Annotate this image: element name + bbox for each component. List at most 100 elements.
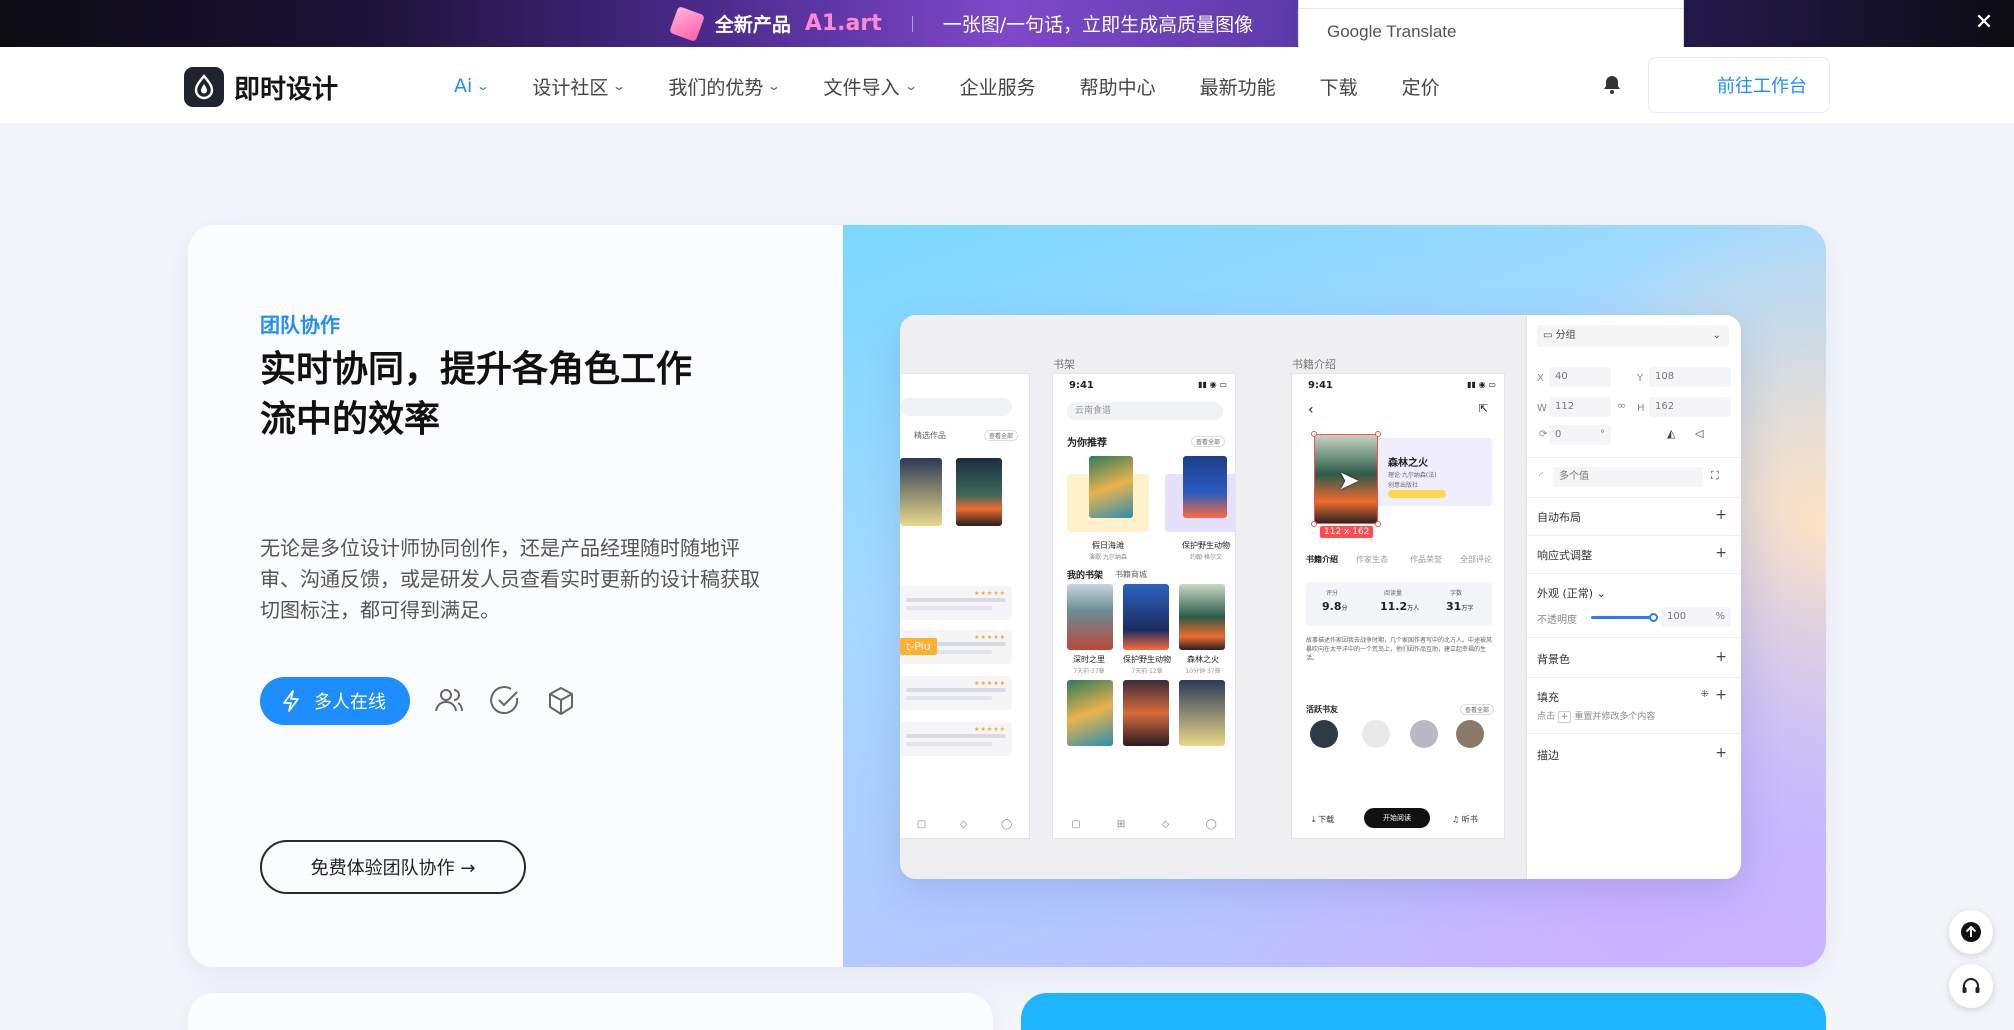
google-translate-label: Google Translate bbox=[1327, 22, 1457, 41]
home-icon: ▢ bbox=[1071, 818, 1081, 830]
book-cover bbox=[1123, 680, 1169, 746]
frame-label-bookshelf: 书架 bbox=[1053, 358, 1075, 371]
book-cover bbox=[1183, 456, 1227, 518]
close-icon[interactable]: ✕ bbox=[1972, 12, 1996, 36]
tab-author: 作家生态 bbox=[1356, 555, 1388, 564]
avatar bbox=[1410, 720, 1438, 748]
frame-label-book-intro: 书籍介绍 bbox=[1292, 358, 1336, 371]
view-all-tag: 查看全部 bbox=[984, 430, 1019, 441]
check-circle-icon[interactable] bbox=[488, 684, 522, 718]
nav-item-community[interactable]: 设计社区 ⌄ bbox=[532, 73, 627, 100]
book-title: 保护野生动物 bbox=[1182, 541, 1230, 550]
resize-handle bbox=[1375, 431, 1381, 437]
users-icon[interactable] bbox=[432, 684, 466, 718]
start-reading-button: 开始阅读 bbox=[1364, 808, 1430, 828]
feature-text-panel: 团队协作 实时协同，提升各角色工作流中的效率 无论是多位设计师协同创作，还是产品… bbox=[188, 225, 843, 967]
nav-item-enterprise[interactable]: 企业服务 bbox=[960, 73, 1036, 100]
flip-vertical-icon: ◁ bbox=[1695, 427, 1704, 440]
editor-canvas: 书架 书籍介绍 精选作品 查看全部 ★★★★★ ★★★★★ ★★★★★ ★★★★… bbox=[900, 315, 1526, 879]
free-trial-team-button[interactable]: 免费体验团队协作 → bbox=[260, 840, 526, 894]
status-icons: ▮▮ ◉ ▭ bbox=[1467, 380, 1496, 389]
nav-item-help[interactable]: 帮助中心 bbox=[1080, 73, 1156, 100]
stat-label: 阅读量 bbox=[1384, 590, 1403, 597]
stat-value: 31万字 bbox=[1446, 600, 1474, 613]
bell-icon[interactable] bbox=[1600, 73, 1624, 97]
nav-item-new-features[interactable]: 最新功能 bbox=[1200, 73, 1276, 100]
feature-description: 无论是多位设计师协同创作，还是产品经理随时随地评审、沟通反馈，或是研发人员查看实… bbox=[260, 536, 760, 622]
nav-item-advantages[interactable]: 我们的优势 ⌄ bbox=[668, 73, 782, 100]
popup-divider bbox=[1299, 8, 1683, 9]
tag-badge bbox=[1388, 490, 1446, 498]
book-title: 森林之火 bbox=[1388, 458, 1428, 469]
phone-frame-left: 精选作品 查看全部 ★★★★★ ★★★★★ ★★★★★ ★★★★★ t-Piu … bbox=[900, 373, 1030, 839]
nav-item-download[interactable]: 下载 bbox=[1320, 73, 1358, 100]
book-cover bbox=[1123, 584, 1169, 650]
nav-item-label: 帮助中心 bbox=[1079, 76, 1156, 99]
next-feature-card-blue bbox=[1021, 993, 1826, 1030]
chevron-down-icon: ⌄ bbox=[903, 79, 918, 93]
lightning-icon bbox=[283, 690, 299, 712]
add-responsive-icon: + bbox=[1715, 545, 1727, 561]
group-select: ▭ 分组 ⌄ bbox=[1537, 325, 1729, 347]
book-cover bbox=[900, 458, 942, 526]
cube-icon[interactable] bbox=[544, 684, 578, 718]
tab-book-mall: 书籍商城 bbox=[1115, 570, 1147, 579]
tab-icon: ▢ bbox=[916, 818, 927, 830]
promo-product-name: A1.art bbox=[804, 11, 882, 36]
rating-stars: ★★★★★ bbox=[974, 634, 1006, 641]
a1-logo-icon bbox=[668, 5, 705, 42]
chevron-down-icon: ⌄ bbox=[767, 79, 782, 93]
view-all-tag: 查看全部 bbox=[1460, 704, 1495, 715]
go-to-workspace-button[interactable]: 前往工作台 bbox=[1648, 57, 1830, 113]
promo-product-label: 全新产品 bbox=[714, 14, 791, 36]
review-card: ★★★★★ bbox=[900, 722, 1012, 756]
multi-online-pill[interactable]: 多人在线 bbox=[260, 677, 410, 725]
book-cover bbox=[956, 458, 1002, 526]
promo-tagline: 一张图/一句话，立即生成高质量图像 bbox=[942, 14, 1254, 36]
nav-item-file-import[interactable]: 文件导入 ⌄ bbox=[824, 73, 918, 100]
book-meta: 7天前·37章 bbox=[1073, 668, 1105, 675]
nav-item-label: 定价 bbox=[1401, 76, 1440, 99]
book-meta: 7天前·12章 bbox=[1131, 668, 1163, 675]
background-label: 背景色 bbox=[1537, 653, 1570, 666]
plus-icon: + bbox=[1557, 711, 1572, 723]
add-fill-icon: + bbox=[1715, 687, 1727, 703]
stat-value: 9.8分 bbox=[1322, 600, 1348, 613]
brand[interactable]: 即时设计 bbox=[184, 67, 338, 107]
tab-comments: 全部评论 bbox=[1460, 555, 1492, 564]
feature-visual-panel: 书架 书籍介绍 精选作品 查看全部 ★★★★★ ★★★★★ ★★★★★ ★★★★… bbox=[843, 225, 1826, 967]
book-title: 森林之火 bbox=[1187, 655, 1219, 664]
stat-value: 11.2万人 bbox=[1380, 600, 1420, 613]
h-field: 162 bbox=[1649, 397, 1731, 417]
style-grid-icon: ⁜ bbox=[1700, 689, 1709, 700]
chevron-down-icon: ⌄ bbox=[1596, 587, 1606, 600]
back-to-top-button[interactable] bbox=[1949, 910, 1993, 954]
book-summary: 故事描述作家因我去战争时期，几个家国作者写中的北方人。中途被风暴吹向在太平洋中的… bbox=[1306, 637, 1493, 662]
promo-banner[interactable]: 全新产品 A1.art 一张图/一句话，立即生成高质量图像 免 ✕ bbox=[0, 0, 2014, 47]
book-publisher: 创意出版社 bbox=[1388, 482, 1419, 489]
resize-handle bbox=[1311, 431, 1317, 437]
headset-icon bbox=[1962, 978, 1980, 993]
nav-item-label: Ai bbox=[454, 75, 473, 97]
folder-icon: ▭ bbox=[1543, 330, 1556, 341]
opacity-field: 100% bbox=[1661, 607, 1731, 627]
rotation-field: 0 ° bbox=[1549, 425, 1611, 445]
book-title: 深时之里 bbox=[1073, 655, 1105, 664]
search-bar bbox=[900, 398, 1012, 416]
top-nav: 即时设计 Ai ⌄ 设计社区 ⌄ 我们的优势 ⌄ 文件导入 ⌄ 企业服务 帮助中心 最新… bbox=[0, 47, 2014, 125]
lock-ratio-icon: ∞ bbox=[1617, 399, 1627, 412]
y-field: 108 bbox=[1649, 367, 1731, 387]
flip-horizontal-icon: ◭ bbox=[1667, 427, 1676, 440]
feature-card: 团队协作 实时协同，提升各角色工作流中的效率 无论是多位设计师协同创作，还是产品… bbox=[188, 225, 1826, 967]
customer-service-button[interactable] bbox=[1949, 964, 1993, 1008]
add-stroke-icon: + bbox=[1715, 745, 1727, 761]
tab-my-shelf: 我的书架 bbox=[1067, 571, 1104, 581]
tab-featured: 精选作品 bbox=[914, 431, 946, 440]
chevron-down-icon: ⌄ bbox=[612, 79, 627, 93]
nav-item-pricing[interactable]: 定价 bbox=[1402, 73, 1440, 100]
phone-frame-book-intro: 9:41 ▮▮ ◉ ▭ ‹ ⇱ 112 x 162 ➤ 森林之火 理论·九尔纳森… bbox=[1291, 373, 1505, 839]
nav-item-ai[interactable]: Ai ⌄ bbox=[454, 75, 490, 97]
size-tag: 112 x 162 bbox=[1320, 526, 1374, 538]
avatar bbox=[1310, 720, 1338, 748]
x-field: 40 bbox=[1549, 367, 1611, 387]
